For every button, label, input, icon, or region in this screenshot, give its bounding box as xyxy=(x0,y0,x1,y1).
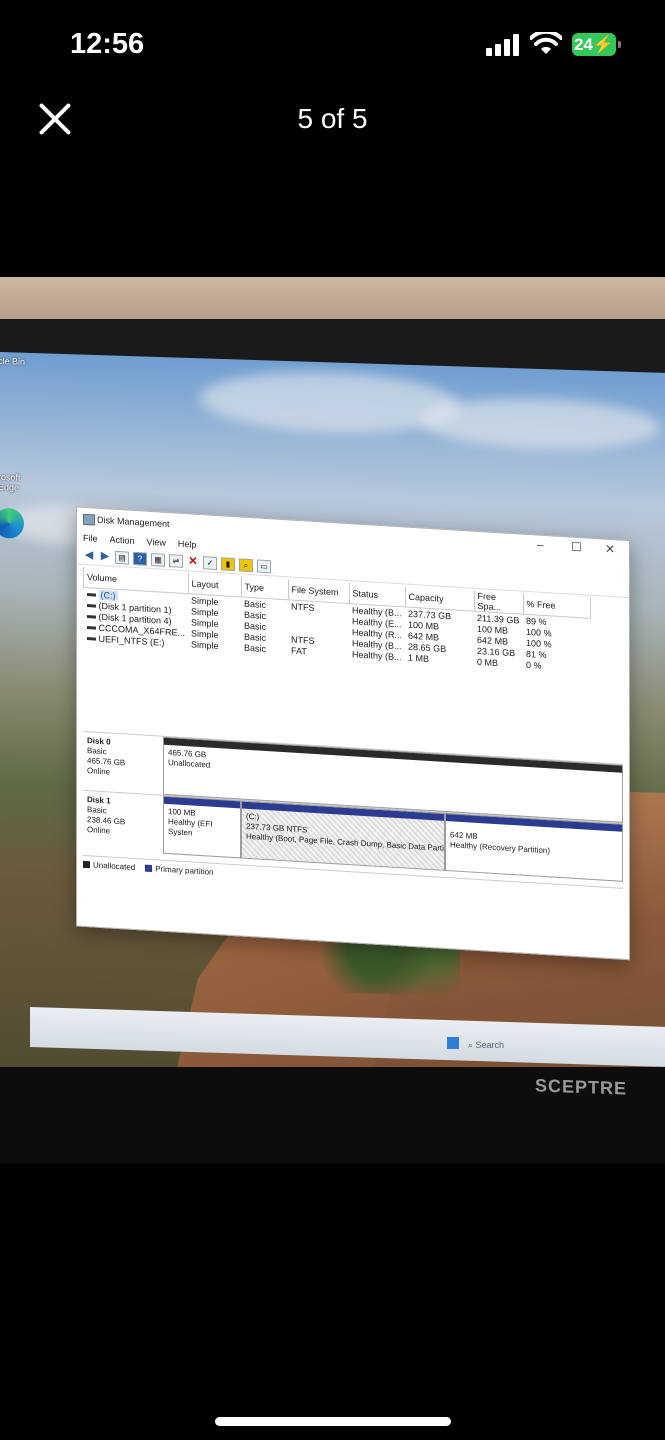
taskbar-search-label: Search xyxy=(475,1040,505,1050)
col-type[interactable]: Type xyxy=(241,576,289,600)
disk-management-window: Disk Management – ☐ ✕ File Action View H… xyxy=(76,506,630,961)
cellular-signal-icon xyxy=(486,34,520,56)
disk-name: Disk 0 xyxy=(87,736,111,747)
windows-start-icon[interactable] xyxy=(447,1037,459,1049)
battery-icon: 24⚡ xyxy=(572,33,621,56)
console-tree-icon[interactable]: ▤ xyxy=(115,550,129,565)
delete-icon[interactable]: ✕ xyxy=(187,555,199,568)
properties-icon[interactable]: ▮ xyxy=(221,556,235,571)
forward-icon[interactable]: ▶ xyxy=(99,549,111,562)
desktop-icon-label[interactable]: Edge xyxy=(0,482,19,493)
home-indicator[interactable] xyxy=(215,1417,451,1426)
settings-icon[interactable]: ▭ xyxy=(257,558,271,573)
disk-management-icon xyxy=(83,513,95,526)
partition-status: Healthy (EFI Systen xyxy=(168,817,213,838)
window-title: Disk Management xyxy=(97,514,170,530)
volume-name: (C:) xyxy=(98,589,118,601)
disk-state: Online xyxy=(87,825,111,836)
desktop-icon-label[interactable]: cle Bin xyxy=(0,356,25,367)
monitor-brand: SCEPTRE xyxy=(535,1075,628,1099)
disk-1-info: Disk 1 Basic 238.46 GB Online xyxy=(83,791,163,854)
taskbar-search[interactable]: ⌕ Search xyxy=(468,1040,504,1051)
minimize-icon[interactable]: – xyxy=(537,538,544,552)
partition-name: (C:) xyxy=(246,811,260,822)
menu-action[interactable]: Action xyxy=(110,534,135,546)
c-drive-partition[interactable]: (C:) 237.73 GB NTFS Healthy (Boot, Page … xyxy=(241,800,445,871)
disk-0-info: Disk 0 Basic 465.76 GB Online xyxy=(83,732,163,795)
disk-type: Basic xyxy=(87,805,107,816)
photo[interactable]: cle Bin rosoft Edge Disk Management – ☐ … xyxy=(0,277,665,1163)
partition-size: 642 MB xyxy=(450,830,478,841)
legend-primary: Primary partition xyxy=(155,864,214,877)
disk-type: Basic xyxy=(87,746,107,757)
wall-background xyxy=(0,277,665,325)
monitor-screen: cle Bin rosoft Edge Disk Management – ☐ … xyxy=(0,352,665,1118)
legend-unallocated: Unallocated xyxy=(93,860,136,873)
disk-state: Online xyxy=(87,766,111,777)
partition-size: 100 MB xyxy=(168,807,196,818)
check-icon[interactable]: ✓ xyxy=(203,555,217,570)
recovery-partition[interactable]: 642 MB Healthy (Recovery Partition) xyxy=(445,812,623,882)
connect-icon[interactable]: ⇌ xyxy=(169,553,183,568)
wifi-icon xyxy=(530,32,562,54)
desktop-icon-label[interactable]: rosoft xyxy=(0,472,21,483)
partition-status: Healthy (Boot, Page File, Crash Dump, Ba… xyxy=(246,831,445,854)
search-icon[interactable]: ⌕ xyxy=(239,557,253,572)
help-icon[interactable]: ? xyxy=(133,551,147,566)
battery-level: 24 xyxy=(573,35,593,54)
status-time: 12:56 xyxy=(70,28,145,60)
partition-status: Unallocated xyxy=(168,758,211,770)
back-icon[interactable]: ◀ xyxy=(83,548,95,561)
photo-counter: 5 of 5 xyxy=(297,103,368,134)
menu-view[interactable]: View xyxy=(147,537,166,548)
col-free-space[interactable]: Free Spa... xyxy=(474,590,524,615)
efi-partition[interactable]: 100 MB Healthy (EFI Systen xyxy=(163,795,241,859)
partition-status: Healthy (Recovery Partition) xyxy=(450,840,551,856)
maximize-icon[interactable]: ☐ xyxy=(571,540,582,555)
close-window-icon[interactable]: ✕ xyxy=(605,542,615,557)
disk-name: Disk 1 xyxy=(87,795,111,806)
list-view-icon[interactable]: ▦ xyxy=(151,552,165,567)
menu-file[interactable]: File xyxy=(83,533,98,544)
menu-help[interactable]: Help xyxy=(178,539,197,550)
